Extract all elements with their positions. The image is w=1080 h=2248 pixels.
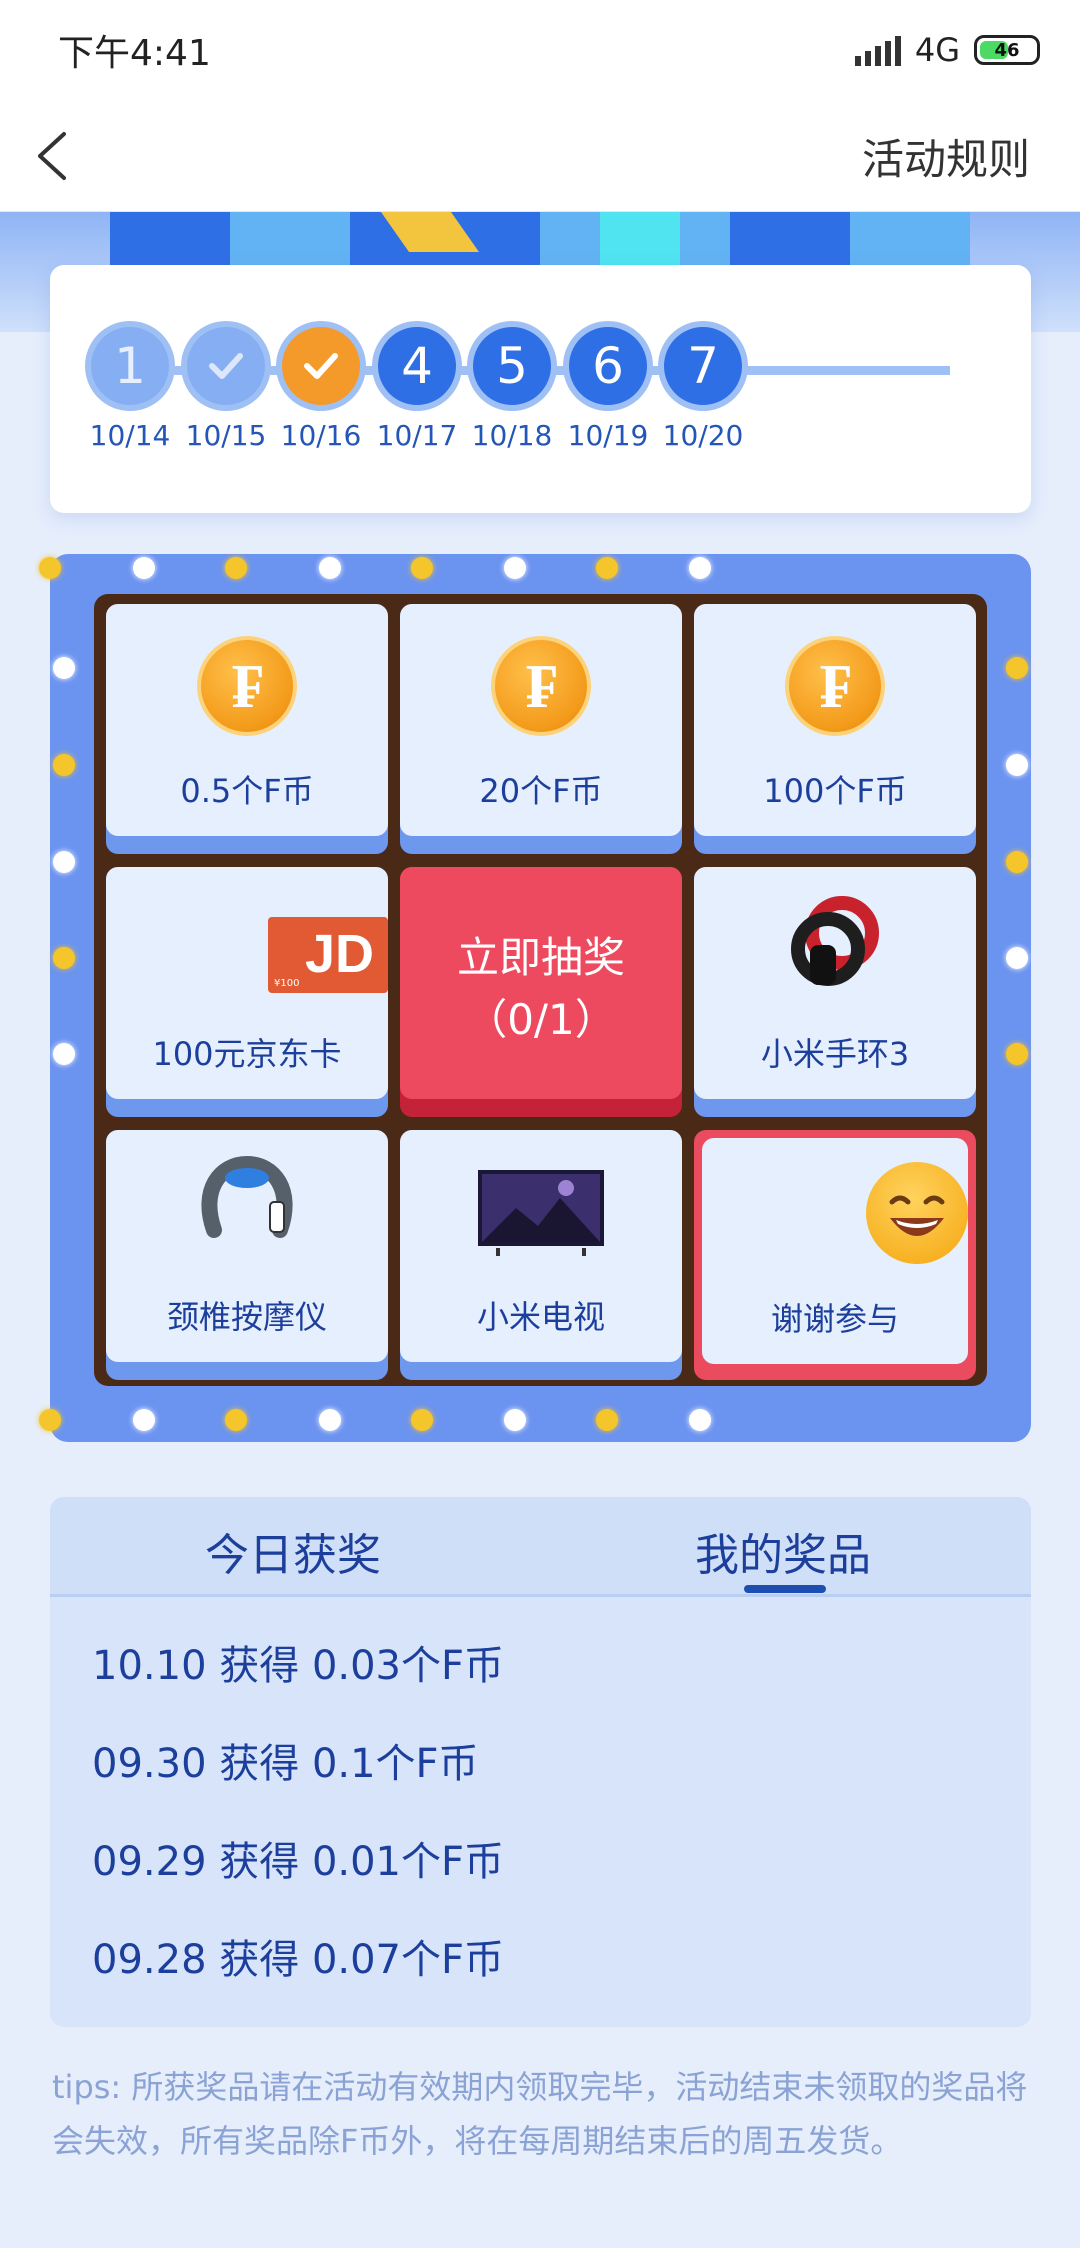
light-bulb xyxy=(689,557,711,579)
prize-panel: 今日获奖 我的奖品 10.10 获得 0.03个F币 09.30 获得 0.1个… xyxy=(50,1497,1031,2027)
prize-record: 09.30 获得 0.1个F币 xyxy=(92,1741,479,1787)
light-bulb xyxy=(596,557,618,579)
status-time: 下午4:41 xyxy=(58,33,211,74)
draw-count: （0/1） xyxy=(465,995,617,1044)
prize-record-list: 10.10 获得 0.03个F币 09.30 获得 0.1个F币 09.29 获… xyxy=(92,1639,504,2027)
jd-card-icon: JD ¥100 xyxy=(268,917,388,993)
draw-button[interactable]: 立即抽奖 （0/1） xyxy=(400,867,682,1117)
prize-label: 20个F币 xyxy=(479,772,603,810)
day-number: 6 xyxy=(563,321,653,411)
tab-bar: 今日获奖 我的奖品 xyxy=(50,1497,1031,1597)
light-bulb xyxy=(1006,1043,1028,1065)
light-bulb xyxy=(504,557,526,579)
active-tab-indicator xyxy=(744,1585,826,1593)
light-bulb xyxy=(1006,657,1028,679)
prize-cell-jd-card: JD ¥100 100元京东卡 xyxy=(106,867,388,1117)
check-icon xyxy=(276,321,366,411)
light-bulb xyxy=(225,1409,247,1431)
prize-label: 谢谢参与 xyxy=(770,1300,899,1338)
light-bulb xyxy=(319,557,341,579)
light-bulb xyxy=(39,1409,61,1431)
prize-cell-neck-massager: 颈椎按摩仪 xyxy=(106,1130,388,1380)
prize-cell-mi-band: 小米手环3 xyxy=(694,867,976,1117)
sign-in-calendar: 1 10/14 10/15 10/16 4 10/17 5 10/18 6 10/19 7 10/20 xyxy=(50,265,1031,513)
check-icon xyxy=(181,321,271,411)
light-bulb xyxy=(596,1409,618,1431)
day-number: 4 xyxy=(372,321,462,411)
light-bulb xyxy=(53,1043,75,1065)
light-bulb xyxy=(1006,851,1028,873)
draw-button-label: 立即抽奖 xyxy=(456,933,625,982)
light-bulb xyxy=(411,557,433,579)
light-bulb xyxy=(1006,754,1028,776)
nav-bar: 活动规则 xyxy=(0,100,1080,212)
battery-icon: 46 xyxy=(974,35,1040,65)
smile-icon xyxy=(866,1162,968,1264)
light-bulb xyxy=(225,557,247,579)
light-bulb xyxy=(319,1409,341,1431)
lottery-board: ₣ 0.5个F币 ₣ 20个F币 ₣ 100个F币 JD ¥100 100元京东… xyxy=(39,554,1031,1442)
prize-label: 100元京东卡 xyxy=(152,1035,342,1073)
back-arrow-icon[interactable] xyxy=(26,122,86,190)
prize-cell-mi-tv: 小米电视 xyxy=(400,1130,682,1380)
day-number: 5 xyxy=(467,321,557,411)
prize-cell-20-coins: ₣ 20个F币 xyxy=(400,604,682,854)
prize-record: 10.10 获得 0.03个F币 xyxy=(92,1643,505,1689)
light-bulb xyxy=(53,754,75,776)
coin-icon: ₣ xyxy=(491,636,591,736)
massager-icon xyxy=(201,1155,293,1238)
status-bar: 下午4:41 4G 46 xyxy=(0,0,1080,100)
prize-label: 小米电视 xyxy=(476,1298,605,1336)
light-bulb xyxy=(1006,947,1028,969)
tv-icon xyxy=(478,1170,604,1256)
day-number: 7 xyxy=(658,321,748,411)
light-bulb xyxy=(39,557,61,579)
day-date: 10/20 xyxy=(662,419,744,452)
prize-label: 100个F币 xyxy=(763,772,907,810)
tab-my-prizes[interactable]: 我的奖品 xyxy=(695,1519,871,1583)
light-bulb xyxy=(133,557,155,579)
light-bulb xyxy=(53,851,75,873)
tab-today-winners[interactable]: 今日获奖 xyxy=(205,1519,381,1583)
prize-cell-100-coins: ₣ 100个F币 xyxy=(694,604,976,854)
coin-icon: ₣ xyxy=(197,636,297,736)
signal-icon xyxy=(854,34,901,66)
light-bulb xyxy=(504,1409,526,1431)
light-bulb xyxy=(53,947,75,969)
band-icon xyxy=(791,896,879,986)
activity-rules-link[interactable]: 活动规则 xyxy=(862,126,1030,187)
prize-label: 颈椎按摩仪 xyxy=(166,1298,327,1336)
lottery-grid: ₣ 0.5个F币 ₣ 20个F币 ₣ 100个F币 JD ¥100 100元京东… xyxy=(94,594,987,1386)
prize-cell-thanks: 谢谢参与 xyxy=(694,1130,976,1380)
light-bulb xyxy=(689,1409,711,1431)
light-bulb xyxy=(411,1409,433,1431)
prize-label: 小米手环3 xyxy=(760,1035,910,1073)
calendar-day: 7 10/20 xyxy=(658,321,748,452)
light-bulb xyxy=(53,657,75,679)
prize-record: 09.28 获得 0.07个F币 xyxy=(92,1937,505,1983)
coin-icon: ₣ xyxy=(785,636,885,736)
prize-label: 0.5个F币 xyxy=(180,772,314,810)
battery-level: 46 xyxy=(994,39,1020,61)
prize-record: 09.29 获得 0.01个F币 xyxy=(92,1839,505,1885)
status-indicators: 4G 46 xyxy=(854,31,1040,69)
prize-cell-0.5-coins: ₣ 0.5个F币 xyxy=(106,604,388,854)
day-number: 1 xyxy=(85,321,175,411)
tips-text: tips: 所获奖品请在活动有效期内领取完毕，活动结束未领取的奖品将会失效，所有… xyxy=(52,2068,1028,2160)
network-label: 4G xyxy=(914,31,960,69)
light-bulb xyxy=(133,1409,155,1431)
